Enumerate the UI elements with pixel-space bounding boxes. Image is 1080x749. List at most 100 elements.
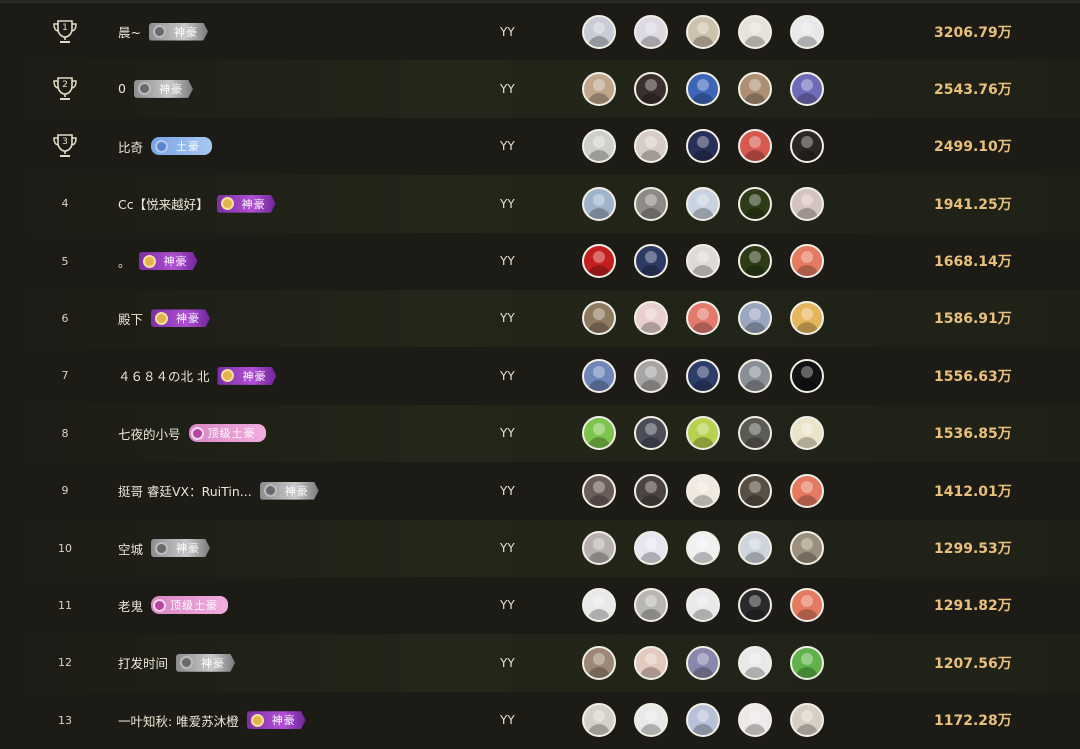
- rank-cell: 5: [40, 233, 90, 290]
- table-row[interactable]: 8 七夜的小号 顶级土豪 YY 1536.85万: [0, 404, 1080, 463]
- user-name[interactable]: Cc【悦来越好】: [118, 194, 209, 213]
- amount-value: 1668.14万: [934, 254, 1012, 271]
- avatar[interactable]: [790, 244, 824, 279]
- rank-number: 10: [58, 541, 72, 555]
- avatar[interactable]: [582, 301, 616, 336]
- avatar[interactable]: [790, 129, 824, 164]
- table-row[interactable]: 7 ４６８４の北 北 神豪 YY 1556.63万: [0, 347, 1080, 405]
- table-row[interactable]: 13 一叶知秋: 唯爱苏沐橙 神豪 YY 1172.28万: [0, 691, 1080, 749]
- avatar[interactable]: [738, 416, 772, 451]
- user-name[interactable]: ４６８４の北 北: [118, 366, 209, 385]
- table-row[interactable]: 12 打发时间 神豪 YY 1207.56万: [0, 634, 1080, 692]
- avatar[interactable]: [738, 71, 772, 106]
- table-row[interactable]: 5 。 神豪 YY 1668.14万: [0, 232, 1080, 290]
- user-name[interactable]: 打发时间: [118, 653, 168, 672]
- avatar[interactable]: [686, 186, 720, 221]
- user-name[interactable]: 一叶知秋: 唯爱苏沐橙: [118, 711, 239, 730]
- avatar[interactable]: [738, 531, 772, 566]
- avatar[interactable]: [686, 703, 720, 738]
- table-row[interactable]: 1 晨~ 神豪 YY 3206.79万: [0, 3, 1080, 61]
- avatar[interactable]: [582, 129, 616, 164]
- rank-cell: 4: [40, 175, 90, 232]
- avatar[interactable]: [634, 244, 668, 279]
- avatar[interactable]: [686, 301, 720, 336]
- avatar[interactable]: [790, 416, 824, 451]
- avatar[interactable]: [634, 186, 668, 221]
- avatar[interactable]: [738, 473, 772, 508]
- avatar[interactable]: [790, 588, 824, 623]
- avatar[interactable]: [582, 416, 616, 451]
- amount-value: 1299.53万: [934, 541, 1012, 558]
- avatar[interactable]: [738, 588, 772, 623]
- avatar[interactable]: [790, 358, 824, 393]
- avatar[interactable]: [634, 358, 668, 393]
- avatar[interactable]: [582, 531, 616, 566]
- avatar[interactable]: [686, 531, 720, 566]
- avatar[interactable]: [738, 301, 772, 336]
- rank-number: 11: [58, 598, 72, 612]
- badge-gem-icon: [250, 713, 264, 727]
- user-name[interactable]: 七夜的小号: [118, 424, 181, 443]
- avatar[interactable]: [634, 129, 668, 164]
- avatar[interactable]: [582, 358, 616, 393]
- avatar[interactable]: [686, 244, 720, 279]
- avatar[interactable]: [634, 473, 668, 508]
- avatar[interactable]: [738, 645, 772, 680]
- user-name[interactable]: 殿下: [118, 309, 143, 328]
- table-row[interactable]: 11 老鬼 顶级土豪 YY 1291.82万: [0, 576, 1080, 635]
- avatar[interactable]: [582, 71, 616, 106]
- avatar[interactable]: [790, 473, 824, 508]
- avatar[interactable]: [790, 186, 824, 221]
- avatar[interactable]: [634, 71, 668, 106]
- user-name[interactable]: 挺哥 睿廷VX：RuiTin...: [118, 481, 252, 500]
- user-name[interactable]: 空城: [118, 539, 143, 558]
- user-name[interactable]: 0: [118, 81, 126, 96]
- avatar[interactable]: [686, 129, 720, 164]
- avatar[interactable]: [582, 14, 616, 49]
- avatar[interactable]: [582, 186, 616, 221]
- avatar[interactable]: [634, 531, 668, 566]
- user-name[interactable]: 比奇: [118, 137, 143, 156]
- avatar[interactable]: [582, 645, 616, 680]
- avatar[interactable]: [634, 703, 668, 738]
- avatar[interactable]: [738, 186, 772, 221]
- avatar[interactable]: [738, 129, 772, 164]
- table-row[interactable]: 9 挺哥 睿廷VX：RuiTin... 神豪 YY 1412.01万: [0, 462, 1080, 520]
- avatar[interactable]: [790, 301, 824, 336]
- avatar[interactable]: [738, 703, 772, 738]
- avatar[interactable]: [582, 703, 616, 738]
- user-name[interactable]: 晨~: [118, 22, 141, 41]
- table-row[interactable]: 4 Cc【悦来越好】 神豪 YY 1941.25万: [0, 175, 1080, 233]
- table-row[interactable]: 3 比奇 土豪 YY 2499.10万: [0, 117, 1080, 176]
- avatar[interactable]: [790, 71, 824, 106]
- avatar[interactable]: [686, 473, 720, 508]
- avatar[interactable]: [582, 244, 616, 279]
- avatar[interactable]: [686, 416, 720, 451]
- avatar[interactable]: [686, 645, 720, 680]
- avatar[interactable]: [790, 703, 824, 738]
- avatar[interactable]: [686, 71, 720, 106]
- user-name[interactable]: 。: [118, 252, 131, 271]
- avatar[interactable]: [686, 358, 720, 393]
- avatar[interactable]: [634, 301, 668, 336]
- avatar[interactable]: [634, 14, 668, 49]
- avatar[interactable]: [634, 645, 668, 680]
- avatar[interactable]: [686, 14, 720, 49]
- table-row[interactable]: 10 空城 神豪 YY 1299.53万: [0, 519, 1080, 577]
- avatar[interactable]: [634, 416, 668, 451]
- avatar[interactable]: [738, 14, 772, 49]
- avatar[interactable]: [582, 473, 616, 508]
- user-name-cell: 。 神豪: [118, 233, 198, 290]
- table-row[interactable]: 6 殿下 神豪 YY 1586.91万: [0, 289, 1080, 348]
- avatar[interactable]: [738, 358, 772, 393]
- avatar[interactable]: [790, 531, 824, 566]
- avatar[interactable]: [634, 588, 668, 623]
- table-row[interactable]: 2 0 神豪 YY 2543.76万: [0, 60, 1080, 118]
- amount-value: 2543.76万: [934, 81, 1012, 98]
- avatar[interactable]: [582, 588, 616, 623]
- avatar[interactable]: [790, 14, 824, 49]
- avatar[interactable]: [790, 645, 824, 680]
- avatar[interactable]: [686, 588, 720, 623]
- avatar[interactable]: [738, 244, 772, 279]
- user-name[interactable]: 老鬼: [118, 596, 143, 615]
